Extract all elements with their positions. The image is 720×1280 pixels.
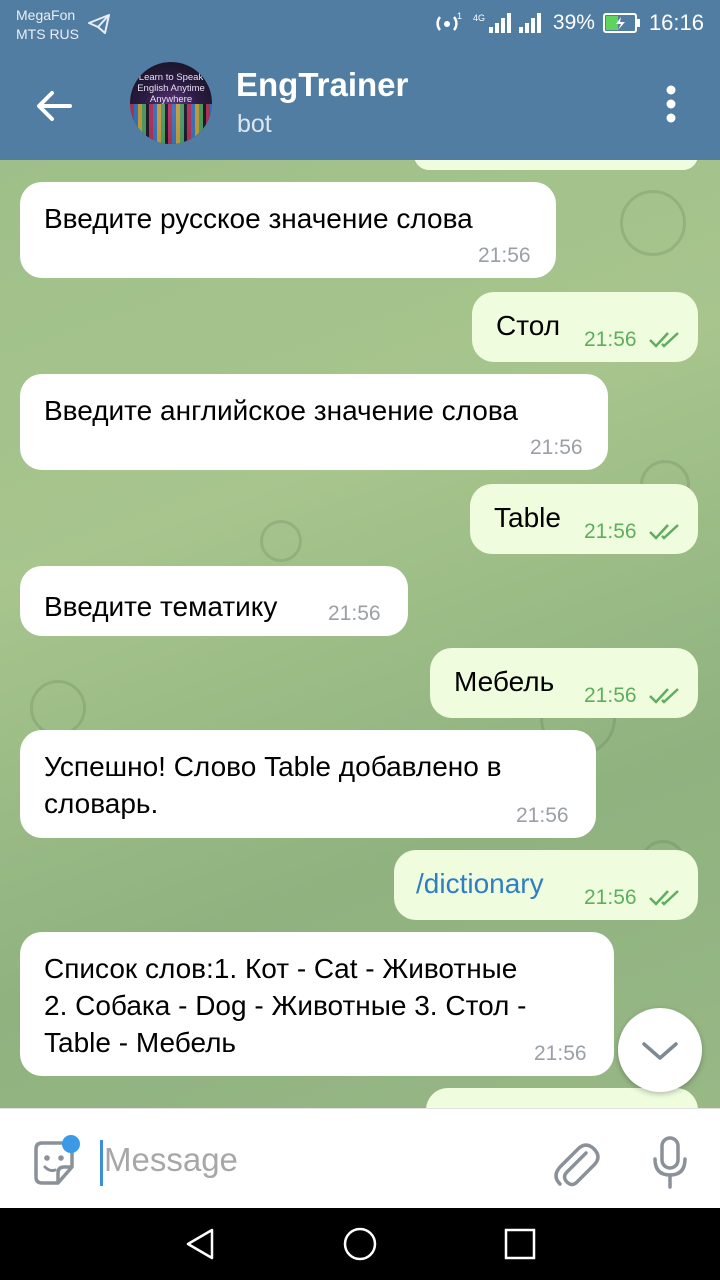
message-text: Введите русское значение слова (44, 203, 473, 234)
chat-area[interactable]: Введите русское значение слова 21:56 Сто… (0, 160, 720, 1108)
carrier-info: MegaFon MTS RUS (16, 6, 79, 44)
double-check-icon (649, 524, 679, 540)
message-bubble-outgoing[interactable]: Table 21:56 (470, 484, 698, 554)
message-time: 21:56 (328, 602, 381, 625)
hotspot-icon: 1 (436, 11, 462, 31)
message-text-line-1: Список слов:1. Кот - Cat - Животные (44, 953, 518, 984)
battery-percent: 39% (552, 11, 595, 34)
notification-dot (62, 1135, 80, 1153)
chat-subtitle: bot (237, 110, 272, 138)
message-input-bar: Message (0, 1108, 720, 1209)
attach-icon[interactable] (552, 1139, 600, 1191)
chat-title[interactable]: EngTrainer (236, 66, 408, 104)
status-icons: 1 4G 39% 16:16 (435, 10, 704, 36)
bg-doodle (30, 680, 86, 736)
more-vert-icon[interactable] (656, 80, 686, 130)
message-bubble-incoming[interactable]: Успешно! Слово Table добавлено в словарь… (20, 730, 596, 838)
signal-icon (518, 13, 541, 33)
nav-back-icon[interactable] (182, 1226, 218, 1262)
avatar-stripes (130, 104, 212, 144)
avatar-text: Learn to Speak English Anytime Anywhere (137, 72, 205, 105)
message-bubble-partial (414, 160, 698, 170)
message-text-line-2: 2. Собака - Dog - Животные 3. Стол - (44, 990, 527, 1021)
message-bubble-incoming[interactable]: Список слов:1. Кот - Cat - Животные 2. С… (20, 932, 614, 1076)
clock: 16:16 (648, 10, 704, 35)
message-bubble-outgoing[interactable]: Мебель 21:56 (430, 648, 698, 718)
message-time: 21:56 (584, 328, 637, 351)
message-bubble-incoming[interactable]: Введите английское значение слова 21:56 (20, 374, 608, 470)
double-check-icon (649, 332, 679, 348)
command-link[interactable]: /dictionary (416, 865, 544, 902)
message-text: Введите английское значение слова (44, 395, 519, 426)
double-check-icon (649, 890, 679, 906)
message-text: Table (494, 502, 561, 533)
nav-recents-icon[interactable] (502, 1226, 538, 1262)
bg-doodle (260, 520, 302, 562)
avatar[interactable]: Learn to Speak English Anytime Anywhere (130, 62, 212, 144)
signal-4g-icon: 4G (473, 13, 511, 33)
double-check-icon (649, 688, 679, 704)
svg-text:4G: 4G (473, 13, 485, 23)
message-input[interactable]: Message (104, 1141, 238, 1179)
message-time: 21:56 (516, 804, 569, 827)
telegram-icon (88, 14, 110, 34)
message-text: Введите тематику (44, 591, 278, 622)
system-nav-bar (0, 1208, 720, 1280)
chat-header: MegaFon MTS RUS 1 4G 39% 16:16 Learn to … (0, 0, 720, 160)
message-text-line-2: словарь. (44, 788, 159, 819)
bg-doodle (620, 190, 686, 256)
message-time: 21:56 (584, 684, 637, 707)
svg-text:1: 1 (457, 11, 462, 21)
message-bubble-outgoing[interactable]: Стол 21:56 (472, 292, 698, 362)
chevron-down-icon (642, 1042, 678, 1060)
message-bubble-incoming[interactable]: Введите русское значение слова 21:56 (20, 182, 556, 278)
text-cursor (100, 1140, 103, 1186)
battery-icon (602, 13, 640, 33)
nav-home-icon[interactable] (342, 1226, 378, 1262)
message-text-line-3: Table - Мебель (44, 1027, 237, 1058)
mic-icon[interactable] (650, 1135, 690, 1191)
carrier-name-1: MegaFon (16, 7, 76, 23)
back-arrow-icon[interactable] (30, 84, 80, 128)
message-time: 21:56 (478, 244, 531, 267)
scroll-down-button[interactable] (618, 1008, 702, 1092)
message-text: Мебель (454, 666, 555, 697)
message-time: 21:56 (530, 436, 583, 459)
message-time: 21:56 (534, 1042, 587, 1065)
message-bubble-incoming[interactable]: Введите тематику 21:56 (20, 566, 408, 636)
message-time: 21:56 (584, 886, 637, 909)
carrier-name-2: MTS RUS (16, 26, 79, 42)
message-time: 21:56 (584, 520, 637, 543)
message-bubble-outgoing[interactable]: /dictionary 21:56 (394, 850, 698, 920)
message-text: Стол (496, 310, 561, 341)
status-bar: MegaFon MTS RUS 1 4G 39% 16:16 (0, 0, 720, 50)
message-text-line-1: Успешно! Слово Table добавлено в (44, 751, 502, 782)
